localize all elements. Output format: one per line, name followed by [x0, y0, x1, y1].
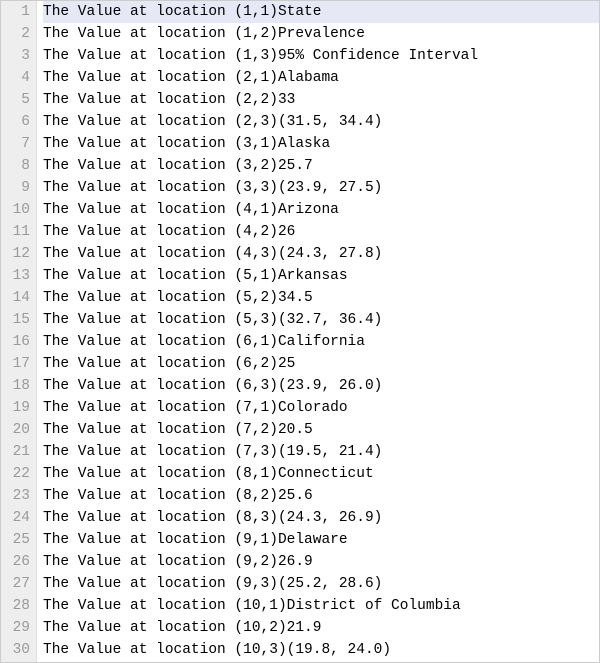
code-editor[interactable]: 1234567891011121314151617181920212223242… — [1, 1, 599, 662]
line-number: 12 — [1, 243, 30, 265]
code-line[interactable]: The Value at location (1,2)Prevalence — [43, 23, 599, 45]
line-number: 16 — [1, 331, 30, 353]
code-line[interactable]: The Value at location (4,1)Arizona — [43, 199, 599, 221]
code-line[interactable]: The Value at location (4,2)26 — [43, 221, 599, 243]
code-line[interactable]: The Value at location (5,2)34.5 — [43, 287, 599, 309]
line-number: 9 — [1, 177, 30, 199]
code-line[interactable]: The Value at location (3,1)Alaska — [43, 133, 599, 155]
code-line[interactable]: The Value at location (3,2)25.7 — [43, 155, 599, 177]
code-line[interactable]: The Value at location (7,3)(19.5, 21.4) — [43, 441, 599, 463]
code-line[interactable]: The Value at location (8,2)25.6 — [43, 485, 599, 507]
line-number: 13 — [1, 265, 30, 287]
line-number: 25 — [1, 529, 30, 551]
code-line[interactable]: The Value at location (10,1)District of … — [43, 595, 599, 617]
line-number: 24 — [1, 507, 30, 529]
code-line[interactable]: The Value at location (8,3)(24.3, 26.9) — [43, 507, 599, 529]
line-number: 30 — [1, 639, 30, 661]
line-number: 15 — [1, 309, 30, 331]
code-line[interactable]: The Value at location (5,1)Arkansas — [43, 265, 599, 287]
code-area[interactable]: The Value at location (1,1)StateThe Valu… — [37, 1, 599, 662]
line-number: 8 — [1, 155, 30, 177]
line-number: 14 — [1, 287, 30, 309]
line-number: 26 — [1, 551, 30, 573]
line-number: 3 — [1, 45, 30, 67]
code-line[interactable]: The Value at location (6,3)(23.9, 26.0) — [43, 375, 599, 397]
code-line[interactable]: The Value at location (7,2)20.5 — [43, 419, 599, 441]
code-line[interactable]: The Value at location (6,1)California — [43, 331, 599, 353]
code-line[interactable]: The Value at location (10,3)(19.8, 24.0) — [43, 639, 599, 661]
code-line[interactable]: The Value at location (2,1)Alabama — [43, 67, 599, 89]
line-number: 18 — [1, 375, 30, 397]
line-number: 28 — [1, 595, 30, 617]
line-number: 17 — [1, 353, 30, 375]
line-number: 5 — [1, 89, 30, 111]
line-number: 27 — [1, 573, 30, 595]
code-line[interactable]: The Value at location (4,3)(24.3, 27.8) — [43, 243, 599, 265]
code-line[interactable]: The Value at location (9,2)26.9 — [43, 551, 599, 573]
code-line[interactable]: The Value at location (7,1)Colorado — [43, 397, 599, 419]
line-number: 22 — [1, 463, 30, 485]
line-number: 21 — [1, 441, 30, 463]
line-number: 7 — [1, 133, 30, 155]
line-number: 4 — [1, 67, 30, 89]
line-number: 10 — [1, 199, 30, 221]
line-number: 6 — [1, 111, 30, 133]
code-line[interactable]: The Value at location (2,2)33 — [43, 89, 599, 111]
line-number: 20 — [1, 419, 30, 441]
code-line[interactable]: The Value at location (1,1)State — [43, 1, 599, 23]
code-line[interactable]: The Value at location (9,3)(25.2, 28.6) — [43, 573, 599, 595]
code-line[interactable]: The Value at location (1,3)95% Confidenc… — [43, 45, 599, 67]
line-number: 1 — [1, 1, 30, 23]
line-number: 23 — [1, 485, 30, 507]
line-number: 19 — [1, 397, 30, 419]
line-number-gutter: 1234567891011121314151617181920212223242… — [1, 1, 37, 662]
code-line[interactable]: The Value at location (5,3)(32.7, 36.4) — [43, 309, 599, 331]
code-line[interactable]: The Value at location (10,2)21.9 — [43, 617, 599, 639]
line-number: 29 — [1, 617, 30, 639]
code-line[interactable]: The Value at location (9,1)Delaware — [43, 529, 599, 551]
code-line[interactable]: The Value at location (8,1)Connecticut — [43, 463, 599, 485]
line-number: 11 — [1, 221, 30, 243]
line-number: 2 — [1, 23, 30, 45]
code-line[interactable]: The Value at location (6,2)25 — [43, 353, 599, 375]
code-line[interactable]: The Value at location (2,3)(31.5, 34.4) — [43, 111, 599, 133]
code-line[interactable]: The Value at location (3,3)(23.9, 27.5) — [43, 177, 599, 199]
